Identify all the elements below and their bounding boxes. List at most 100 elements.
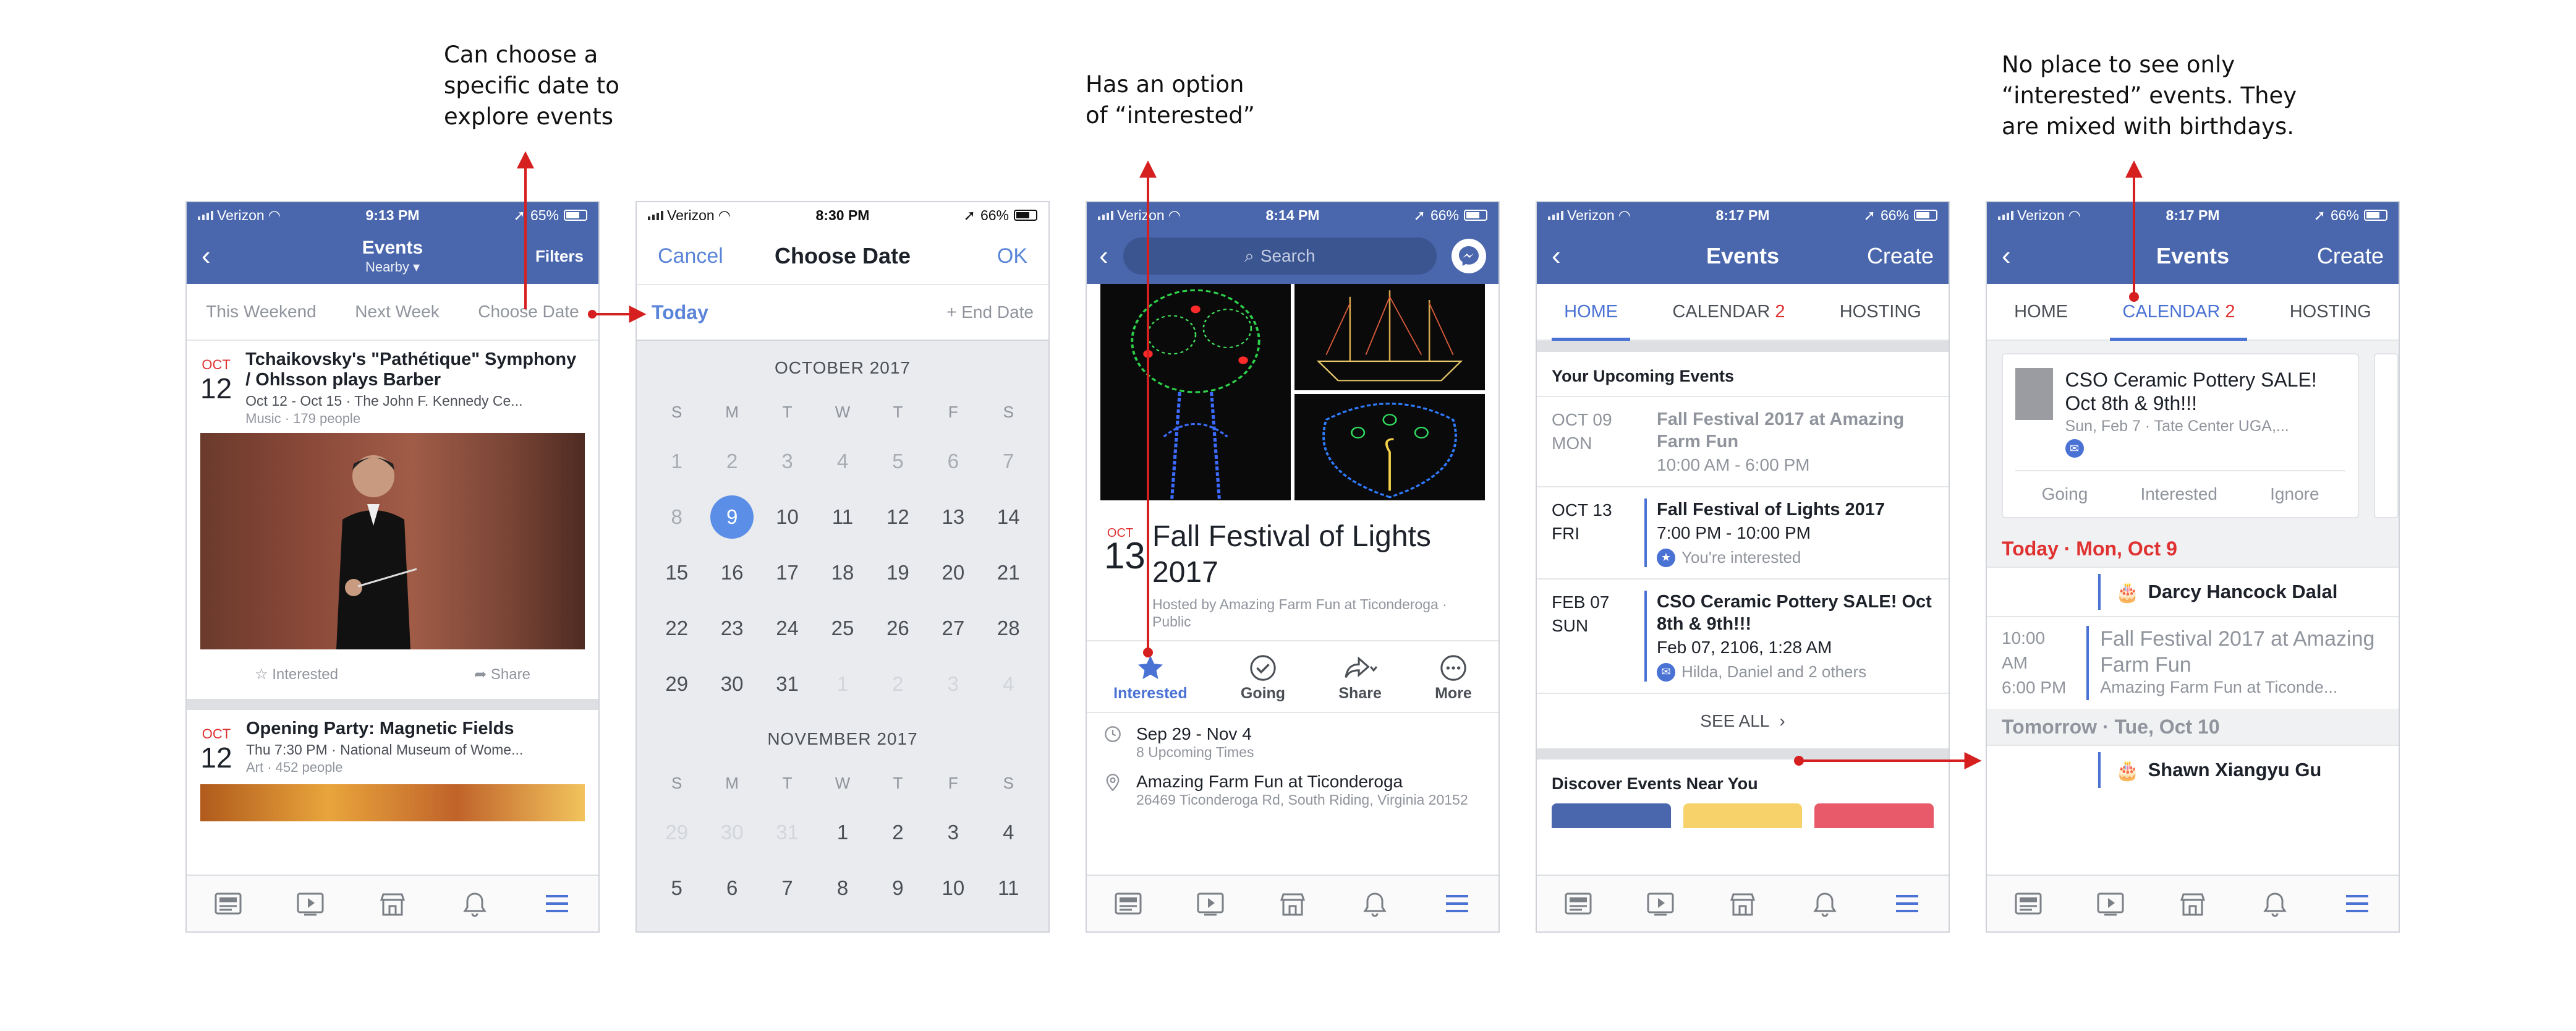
back-chevron-icon[interactable]: ‹ [2002,241,2026,272]
news-feed-icon[interactable] [2011,889,2046,918]
news-feed-icon[interactable] [1561,889,1596,918]
birthday-row[interactable]: 🎂 Shawn Xiangyu Gu [1987,745,2399,794]
menu-icon[interactable] [2340,889,2374,918]
event-card[interactable]: OCT 12 Tchaikovsky's "Pathétique" Sympho… [187,341,598,427]
event-photo[interactable] [200,784,585,821]
calendar-day[interactable]: 3 [760,434,815,489]
tab-home[interactable]: HOME [2002,284,2080,340]
back-chevron-icon[interactable]: ‹ [1552,241,1576,272]
calendar-day[interactable]: 30 [704,805,759,860]
calendar-day[interactable]: 8 [815,860,870,916]
event-card[interactable]: OCT 12 Opening Party: Magnetic Fields Th… [187,710,598,776]
tab-hosting[interactable]: HOSTING [2277,284,2384,340]
calendar-day[interactable]: 31 [760,656,815,712]
notifications-icon[interactable] [2258,889,2292,918]
menu-icon[interactable] [1440,889,1474,918]
event-title[interactable]: Tchaikovsky's "Pathétique" Symphony / Oh… [245,349,585,390]
filter-choose-date[interactable]: Choose Date [478,302,579,322]
share-button[interactable]: Share [1338,651,1382,703]
more-button[interactable]: More [1435,651,1472,703]
calendar-day[interactable]: 17 [760,545,815,601]
calendar-day[interactable]: 18 [815,545,870,601]
ignore-button[interactable]: Ignore [2270,484,2319,504]
calendar-day[interactable]: 11 [981,860,1036,916]
calendar-day[interactable]: 19 [870,545,925,601]
calendar-day[interactable]: 4 [981,805,1036,860]
notifications-icon[interactable] [1808,889,1842,918]
video-icon[interactable] [293,889,328,918]
calendar-day[interactable]: 14 [981,489,1036,545]
back-chevron-icon[interactable]: ‹ [1099,241,1108,272]
notifications-icon[interactable] [457,889,492,918]
back-chevron-icon[interactable]: ‹ [202,241,226,272]
interested-button[interactable]: Interested [1113,651,1188,703]
create-button[interactable]: Create [1867,243,1934,269]
calendar-day[interactable]: 30 [704,656,759,712]
video-icon[interactable] [2093,889,2128,918]
calendar-day[interactable]: 25 [815,601,870,656]
ok-button[interactable]: OK [997,244,1027,268]
calendar-day[interactable]: 28 [981,601,1036,656]
calendar-day[interactable]: 8 [649,489,704,545]
calendar-day[interactable]: 22 [649,601,704,656]
calendar-day[interactable]: 2 [704,434,759,489]
going-button[interactable]: Going [2042,484,2088,504]
upcoming-event-row[interactable]: OCT 09 MON Fall Festival 2017 at Amazing … [1537,396,1949,486]
calendar-day[interactable]: 27 [925,601,980,656]
calendar-event-row[interactable]: 10:00 AM 6:00 PM Fall Festival 2017 at Am… [1987,616,2399,709]
calendar-day[interactable]: 1 [815,805,870,860]
calendar-day[interactable]: 29 [649,805,704,860]
birthday-row[interactable]: 🎂 Darcy Hancock Dalal [1987,567,2399,616]
calendar-day[interactable]: 10 [925,860,980,916]
marketplace-icon[interactable] [375,889,410,918]
calendar-day[interactable]: 21 [981,545,1036,601]
marketplace-icon[interactable] [1275,889,1310,918]
event-location-row[interactable]: Amazing Farm Fun at Ticonderoga 26469 Ti… [1087,761,1498,808]
calendar-day[interactable]: 26 [870,601,925,656]
filter-next-week[interactable]: Next Week [355,302,439,322]
event-dates-row[interactable]: Sep 29 - Nov 4 8 Upcoming Times [1087,713,1498,761]
calendar-day[interactable]: 15 [649,545,704,601]
calendar-day[interactable]: 16 [704,545,759,601]
calendar-day[interactable]: 7 [981,434,1036,489]
event-photo[interactable] [200,433,585,649]
see-all-button[interactable]: SEE ALL › [1537,693,1949,748]
start-date-today[interactable]: Today [652,301,708,324]
news-feed-icon[interactable] [211,889,245,918]
event-host[interactable]: Hosted by Amazing Farm Fun at Ticonderog… [1152,596,1481,630]
marketplace-icon[interactable] [1725,889,1760,918]
category-card[interactable] [1814,803,1934,828]
filter-this-weekend[interactable]: This Weekend [206,302,316,322]
marketplace-icon[interactable] [2175,889,2210,918]
category-card[interactable] [1552,803,1671,828]
video-icon[interactable] [1643,889,1678,918]
video-icon[interactable] [1193,889,1228,918]
messenger-icon[interactable] [1452,239,1486,273]
calendar-day[interactable]: 6 [925,434,980,489]
calendar-day[interactable]: 13 [925,489,980,545]
calendar-day[interactable]: 4 [815,434,870,489]
cancel-button[interactable]: Cancel [658,244,723,268]
event-title[interactable]: Opening Party: Magnetic Fields [246,719,523,739]
calendar-day[interactable]: 1 [649,434,704,489]
calendar-day[interactable]: 23 [704,601,759,656]
interested-button[interactable]: Interested [2140,484,2217,504]
share-button[interactable]: ➦ Share [474,665,530,683]
going-button[interactable]: Going [1241,651,1285,703]
calendar-day[interactable]: 4 [981,656,1036,712]
tab-calendar[interactable]: CALENDAR 2 [1660,284,1797,340]
search-input[interactable]: ⌕ Search [1123,237,1437,275]
calendar-day[interactable]: 5 [870,434,925,489]
category-card[interactable] [1683,803,1803,828]
tab-calendar[interactable]: CALENDAR 2 [2110,284,2248,341]
calendar-day[interactable]: 10 [760,489,815,545]
tab-home[interactable]: HOME [1552,284,1631,341]
calendar-day[interactable]: 3 [925,805,980,860]
notifications-icon[interactable] [1358,889,1392,918]
event-cover-photo[interactable] [1087,284,1498,500]
tab-hosting[interactable]: HOSTING [1827,284,1934,340]
menu-icon[interactable] [540,889,574,918]
menu-icon[interactable] [1890,889,1924,918]
calendar-day[interactable]: 24 [760,601,815,656]
calendar-day[interactable]: 1 [815,656,870,712]
